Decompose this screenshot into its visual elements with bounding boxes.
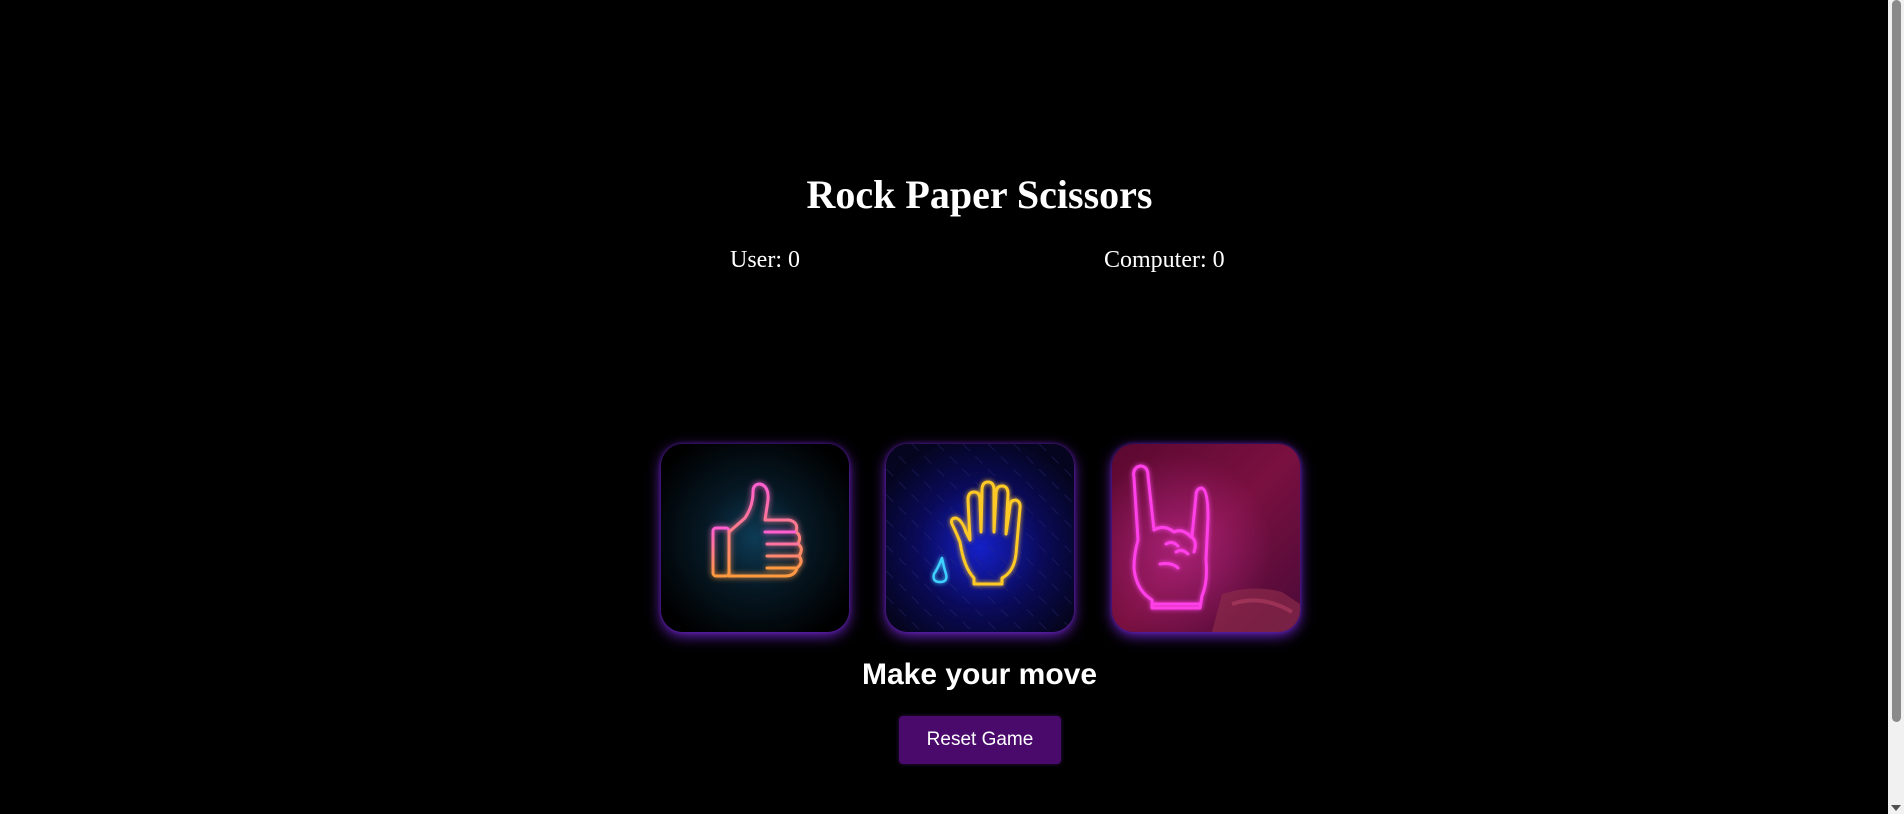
page-title: Rock Paper Scissors — [806, 172, 1153, 217]
status-message: Make your move — [861, 658, 1098, 691]
thumbs-up-neon-icon — [661, 444, 849, 632]
reset-game-button[interactable]: Reset Game — [899, 716, 1061, 764]
rock-on-hand-neon-icon — [1112, 444, 1300, 632]
vertical-scrollbar[interactable] — [1888, 0, 1904, 814]
choice-rock[interactable] — [661, 444, 849, 632]
scroll-down-arrow-icon[interactable] — [1891, 805, 1901, 811]
choice-scissors[interactable] — [1112, 444, 1300, 632]
game-container: Rock Paper Scissors User: 0 Computer: 0 — [0, 0, 1888, 814]
open-hand-neon-icon — [886, 444, 1074, 632]
computer-score: Computer: 0 — [1104, 247, 1225, 273]
user-score: User: 0 — [730, 247, 800, 273]
choice-paper[interactable] — [886, 444, 1074, 632]
scrollbar-thumb[interactable] — [1892, 0, 1901, 722]
choices-row — [661, 444, 1301, 634]
